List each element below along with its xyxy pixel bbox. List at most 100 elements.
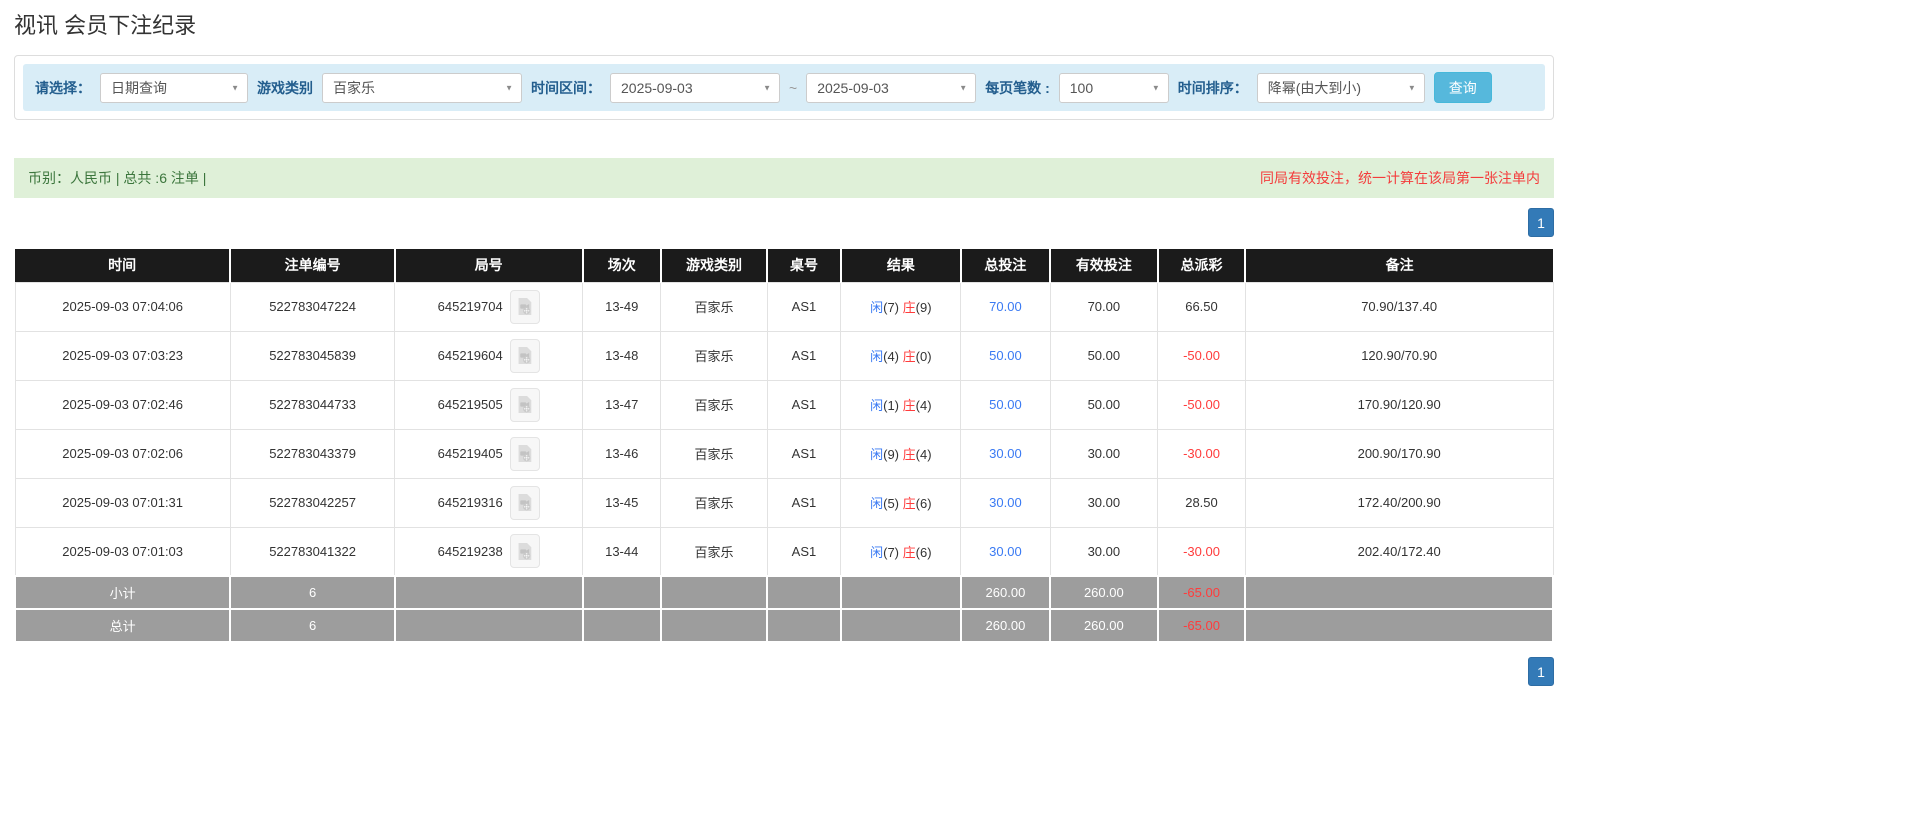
video-replay-icon — [516, 395, 533, 414]
date-range-tilde: ~ — [789, 80, 797, 96]
game-category-select[interactable]: 百家乐 ▼ — [322, 73, 522, 103]
cell-payout: -50.00 — [1158, 331, 1246, 380]
total-bet-link[interactable]: 30.00 — [989, 495, 1022, 510]
round-number: 645219604 — [438, 348, 503, 363]
result-player-label: 闲 — [870, 300, 883, 315]
total-row-count: 6 — [230, 609, 395, 642]
result-player-points: (7) — [883, 300, 899, 315]
column-header: 备注 — [1245, 249, 1553, 282]
cell-table-no: AS1 — [767, 282, 841, 331]
cell-round: 645219505 — [395, 380, 583, 429]
cell-bet-id: 522783044733 — [230, 380, 395, 429]
subtotal-row-valid-bet: 260.00 — [1050, 576, 1158, 609]
total-bet-link[interactable]: 70.00 — [989, 299, 1022, 314]
cell-table-no: AS1 — [767, 331, 841, 380]
cell-game: 百家乐 — [661, 429, 767, 478]
result-player-points: (1) — [883, 398, 899, 413]
video-replay-button[interactable] — [510, 290, 540, 324]
cell-result: 闲(7) 庄(9) — [841, 282, 961, 331]
column-header: 注单编号 — [230, 249, 395, 282]
result-banker-label: 庄 — [903, 447, 916, 462]
cell-bet-id: 522783043379 — [230, 429, 395, 478]
video-replay-icon — [516, 542, 533, 561]
cell-game: 百家乐 — [661, 380, 767, 429]
result-banker-label: 庄 — [903, 349, 916, 364]
column-header: 局号 — [395, 249, 583, 282]
valid-bet-notice-text: 同局有效投注，统一计算在该局第一张注单内 — [1260, 168, 1540, 188]
page-1-button[interactable]: 1 — [1528, 657, 1554, 686]
cell-valid-bet: 70.00 — [1050, 282, 1158, 331]
video-replay-icon — [516, 297, 533, 316]
cell-note: 170.90/120.90 — [1245, 380, 1553, 429]
cell-table-no: AS1 — [767, 380, 841, 429]
cell-round: 645219405 — [395, 429, 583, 478]
page-container: 视讯 会员下注纪录 请选择： 日期查询 ▼ 游戏类别 百家乐 ▼ 时间区间： 2… — [14, 8, 1554, 686]
total-bet-link[interactable]: 50.00 — [989, 397, 1022, 412]
result-banker-points: (6) — [916, 545, 932, 560]
cell-game: 百家乐 — [661, 527, 767, 576]
cell-session: 13-45 — [583, 478, 661, 527]
query-button[interactable]: 查询 — [1434, 72, 1492, 103]
video-replay-button[interactable] — [510, 437, 540, 471]
subtotal-row-label: 小计 — [15, 576, 230, 609]
cell-payout: -30.00 — [1158, 429, 1246, 478]
cell-note: 202.40/172.40 — [1245, 527, 1553, 576]
chevron-down-icon: ▼ — [763, 83, 771, 92]
result-player-label: 闲 — [870, 349, 883, 364]
cell-payout: -50.00 — [1158, 380, 1246, 429]
result-banker-points: (0) — [916, 349, 932, 364]
cell-bet-id: 522783042257 — [230, 478, 395, 527]
select-type-label: 请选择： — [35, 78, 91, 98]
subtotal-row-payout: -65.00 — [1158, 576, 1246, 609]
round-number: 645219704 — [438, 299, 503, 314]
cell-session: 13-49 — [583, 282, 661, 331]
table-row: 2025-09-03 07:03:23522783045839645219604… — [15, 331, 1553, 380]
cell-round: 645219316 — [395, 478, 583, 527]
column-header: 桌号 — [767, 249, 841, 282]
table-header-row: 时间注单编号局号场次游戏类别桌号结果总投注有效投注总派彩备注 — [15, 249, 1553, 282]
cell-note: 200.90/170.90 — [1245, 429, 1553, 478]
sort-order-select[interactable]: 降幂(由大到小) ▼ — [1257, 73, 1425, 103]
per-page-value: 100 — [1070, 80, 1093, 96]
date-from-select[interactable]: 2025-09-03 ▼ — [610, 73, 780, 103]
video-replay-icon — [516, 493, 533, 512]
game-category-label: 游戏类别 — [257, 78, 313, 98]
cell-total-bet: 30.00 — [961, 527, 1050, 576]
cell-bet-id: 522783047224 — [230, 282, 395, 331]
total-row: 总计6260.00260.00-65.00 — [15, 609, 1553, 642]
total-bet-link[interactable]: 50.00 — [989, 348, 1022, 363]
result-player-points: (5) — [883, 496, 899, 511]
cell-total-bet: 50.00 — [961, 380, 1050, 429]
total-row-label: 总计 — [15, 609, 230, 642]
date-to-value: 2025-09-03 — [817, 80, 889, 96]
per-page-select[interactable]: 100 ▼ — [1059, 73, 1169, 103]
cell-total-bet: 50.00 — [961, 331, 1050, 380]
total-row-total-bet: 260.00 — [961, 609, 1050, 642]
cell-time: 2025-09-03 07:02:06 — [15, 429, 230, 478]
video-replay-button[interactable] — [510, 339, 540, 373]
date-to-select[interactable]: 2025-09-03 ▼ — [806, 73, 976, 103]
result-banker-label: 庄 — [903, 496, 916, 511]
result-banker-label: 庄 — [903, 545, 916, 560]
total-bet-link[interactable]: 30.00 — [989, 446, 1022, 461]
cell-time: 2025-09-03 07:04:06 — [15, 282, 230, 331]
result-player-label: 闲 — [870, 545, 883, 560]
page-1-button[interactable]: 1 — [1528, 208, 1554, 237]
cell-time: 2025-09-03 07:01:03 — [15, 527, 230, 576]
pagination-bottom: 1 — [14, 657, 1554, 686]
cell-session: 13-46 — [583, 429, 661, 478]
query-type-select[interactable]: 日期查询 ▼ — [100, 73, 248, 103]
cell-total-bet: 30.00 — [961, 478, 1050, 527]
video-replay-button[interactable] — [510, 486, 540, 520]
column-header: 结果 — [841, 249, 961, 282]
result-player-label: 闲 — [870, 398, 883, 413]
total-bet-link[interactable]: 30.00 — [989, 544, 1022, 559]
cell-valid-bet: 30.00 — [1050, 478, 1158, 527]
video-replay-icon — [516, 346, 533, 365]
video-replay-button[interactable] — [510, 534, 540, 568]
column-header: 游戏类别 — [661, 249, 767, 282]
cell-total-bet: 70.00 — [961, 282, 1050, 331]
cell-time: 2025-09-03 07:02:46 — [15, 380, 230, 429]
video-replay-button[interactable] — [510, 388, 540, 422]
cell-table-no: AS1 — [767, 429, 841, 478]
